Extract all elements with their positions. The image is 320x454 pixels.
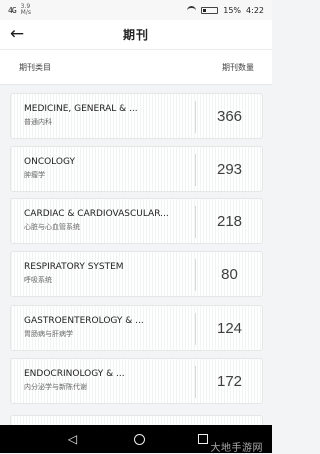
- app-header: ← 期刊: [0, 20, 272, 50]
- journal-row[interactable]: GASTROENTEROLOGY & ... 胃肠病与肝病学 124: [10, 305, 263, 351]
- journal-name: RESPIRATORY SYSTEM: [24, 262, 124, 272]
- journal-subtitle: 普通内科: [24, 118, 52, 126]
- journal-row[interactable]: ENDOCRINOLOGY & ... 内分泌学与新陈代谢 172: [10, 358, 263, 404]
- journal-subtitle: 肿瘤学: [24, 171, 45, 179]
- journal-row[interactable]: CARDIAC & CARDIOVASCULAR... 心脏与心血管系统 218: [10, 198, 263, 244]
- journal-subtitle: 胃肠病与肝病学: [24, 330, 73, 338]
- back-button[interactable]: ←: [7, 26, 27, 44]
- journal-row[interactable]: ONCOLOGY 肿瘤学 293: [10, 146, 263, 192]
- count-column-header: 期刊数量: [222, 62, 254, 72]
- journal-info: GASTROENTEROLOGY & ... 胃肠病与肝病学: [11, 316, 187, 340]
- page-title: 期刊: [122, 28, 149, 42]
- status-right: 15% 4:22: [187, 5, 264, 15]
- journal-row[interactable]: RESPIRATORY SYSTEM 呼吸系统 80: [10, 251, 263, 297]
- battery-percent: 15%: [223, 5, 242, 15]
- journal-info: ENDOCRINOLOGY & ... 内分泌学与新陈代谢: [11, 369, 187, 393]
- journal-info: ONCOLOGY 肿瘤学: [11, 157, 187, 181]
- status-bar: 4G 3.9 M/s 15% 4:22: [0, 0, 272, 20]
- journal-info: MEDICINE, GENERAL & ... 普通内科: [11, 104, 187, 128]
- journal-name: ENDOCRINOLOGY & ...: [24, 369, 125, 379]
- journal-count: 80: [221, 265, 238, 283]
- home-nav-icon[interactable]: [133, 433, 145, 445]
- journal-subtitle: 内分泌学与新陈代谢: [24, 383, 87, 391]
- table-header: 期刊类目 期刊数量: [0, 50, 272, 85]
- journal-list: MEDICINE, GENERAL & ... 普通内科 366 ONCOLOG…: [0, 85, 272, 425]
- status-left: 4G 3.9 M/s: [8, 4, 31, 16]
- journal-info: RESPIRATORY SYSTEM 呼吸系统: [11, 262, 187, 286]
- journal-count: 124: [216, 319, 243, 337]
- journal-name: GASTROENTEROLOGY & ...: [24, 316, 144, 326]
- back-nav-icon[interactable]: ◁: [65, 433, 81, 445]
- wifi-icon: [187, 5, 197, 15]
- journal-name: ONCOLOGY: [24, 157, 75, 167]
- recent-apps-icon[interactable]: [197, 434, 208, 444]
- clock: 4:22: [246, 5, 264, 15]
- journal-count: 172: [216, 372, 243, 390]
- back-arrow-icon: ←: [9, 24, 25, 44]
- journal-subtitle: 心脏与心血管系统: [24, 223, 80, 231]
- battery-icon: [201, 6, 219, 14]
- journal-info: CARDIAC & CARDIOVASCULAR... 心脏与心血管系统: [11, 209, 187, 233]
- journal-name: CARDIAC & CARDIOVASCULAR...: [24, 209, 169, 219]
- journal-subtitle: 呼吸系统: [24, 276, 52, 284]
- journal-count: 293: [216, 160, 243, 178]
- network-speed-unit: M/s: [20, 9, 31, 16]
- journal-row-partial: [10, 415, 263, 425]
- signal-indicator: 4G: [8, 5, 17, 15]
- journal-count: 218: [216, 212, 243, 230]
- journal-count: 366: [216, 107, 243, 125]
- network-speed: 3.9 M/s: [21, 4, 31, 16]
- journal-row[interactable]: MEDICINE, GENERAL & ... 普通内科 366: [10, 93, 263, 139]
- category-column-header: 期刊类目: [19, 62, 51, 72]
- watermark: 大地手游网: [210, 443, 263, 454]
- journal-name: MEDICINE, GENERAL & ...: [24, 104, 138, 114]
